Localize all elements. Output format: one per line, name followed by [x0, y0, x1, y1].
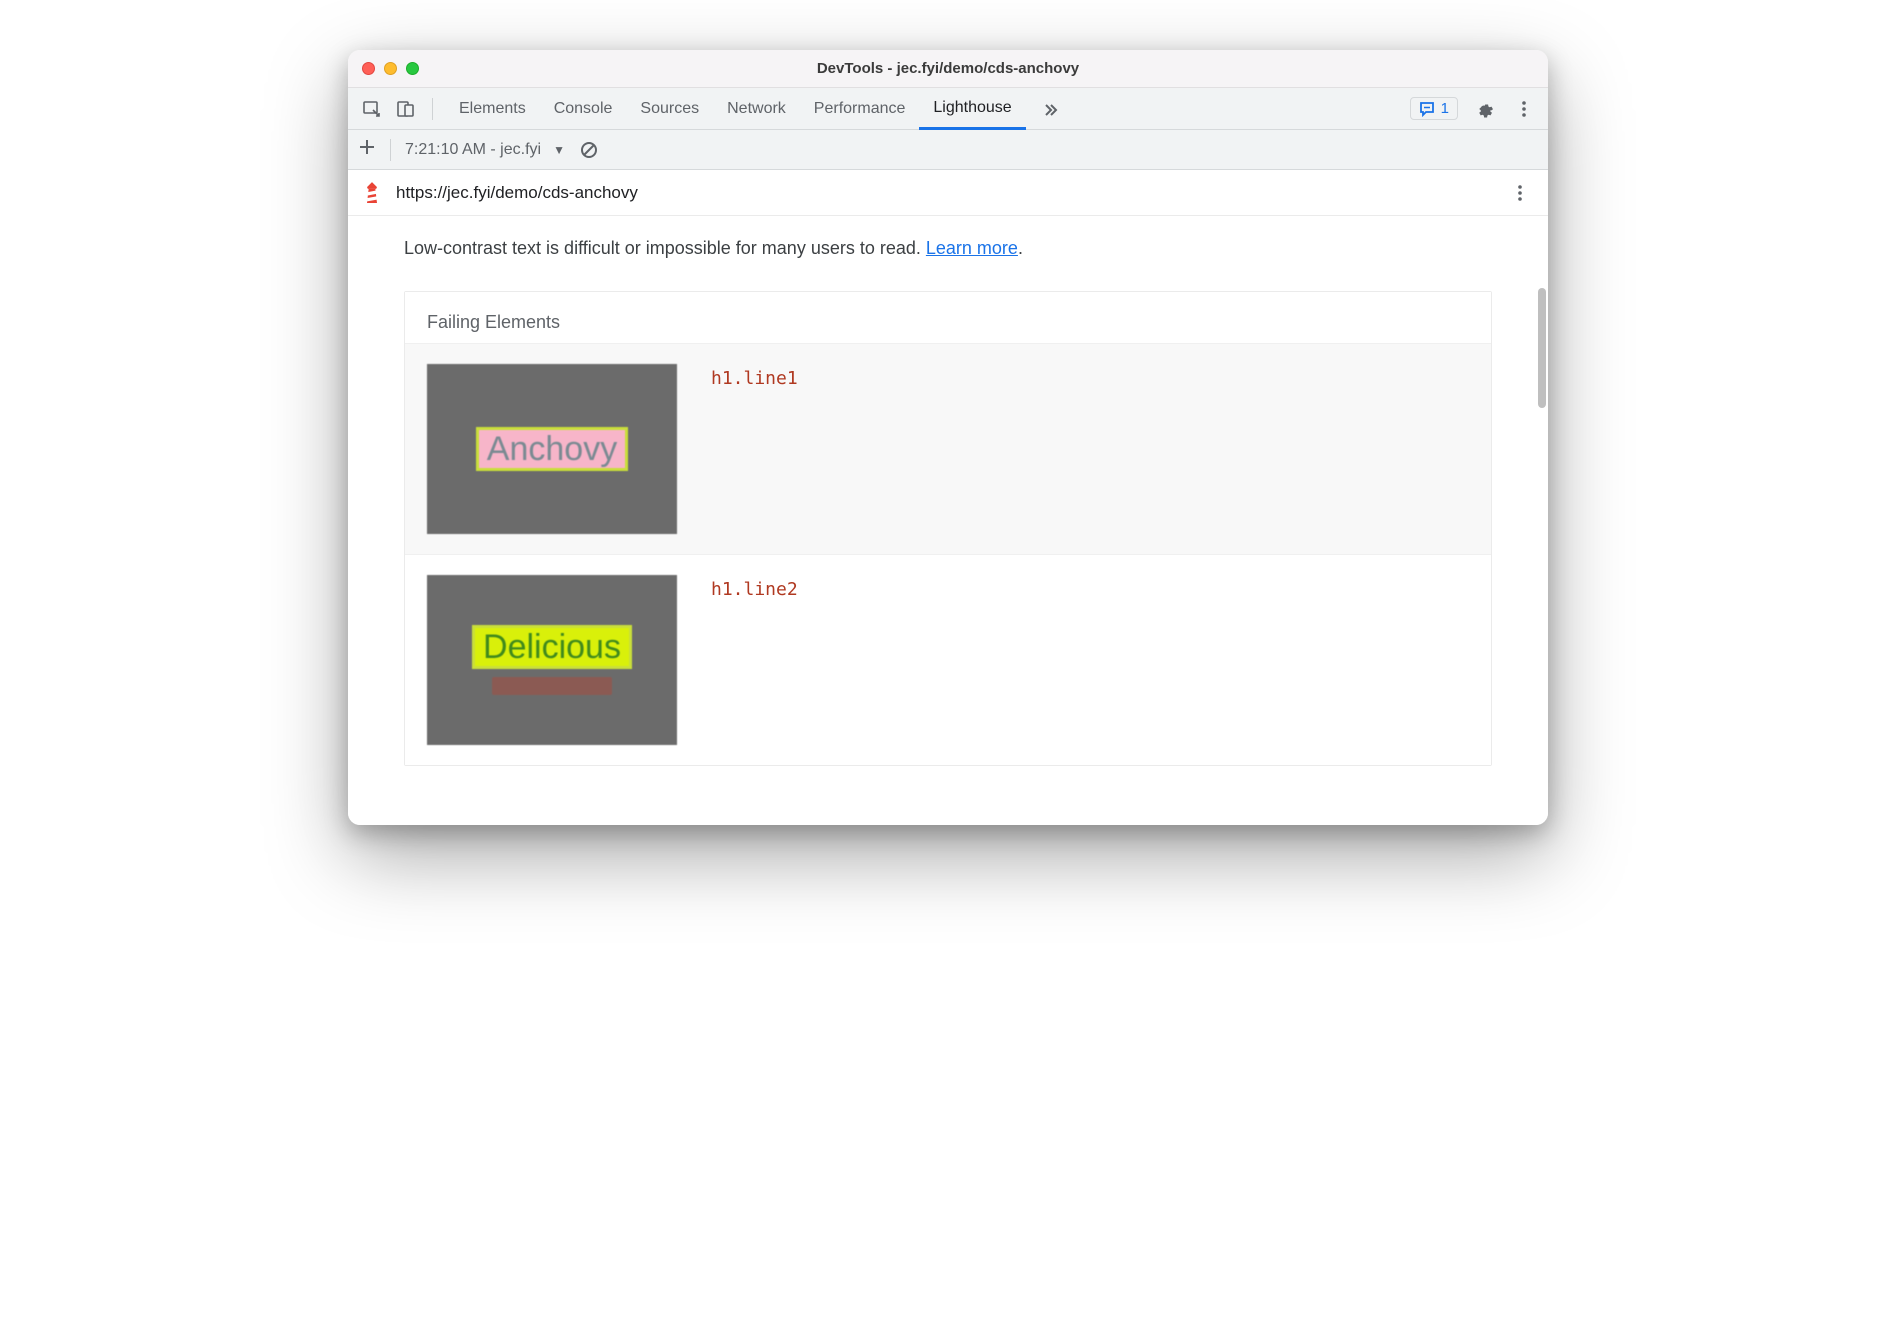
report-selector[interactable]: 7:21:10 AM - jec.fyi ▼ [405, 141, 565, 159]
chevron-down-icon: ▼ [553, 143, 565, 157]
element-selector: h1.line2 [711, 575, 798, 745]
separator [432, 98, 433, 120]
titlebar: DevTools - jec.fyi/demo/cds-anchovy [348, 50, 1548, 88]
report-selector-label: 7:21:10 AM - jec.fyi [405, 141, 541, 159]
report-content[interactable]: Low-contrast text is difficult or imposs… [348, 216, 1548, 825]
failing-elements-card: Failing Elements Anchovy h1.line1 Delici… [404, 291, 1492, 766]
scrollbar-thumb[interactable] [1538, 288, 1546, 408]
devtools-tab-strip: Elements Console Sources Network Perform… [348, 88, 1548, 130]
tab-lighthouse[interactable]: Lighthouse [919, 88, 1025, 130]
new-report-icon[interactable] [358, 138, 376, 161]
device-toolbar-icon[interactable] [392, 95, 420, 123]
lighthouse-toolbar: 7:21:10 AM - jec.fyi ▼ [348, 130, 1548, 170]
tab-elements[interactable]: Elements [445, 88, 540, 129]
more-tabs-icon[interactable] [1032, 100, 1070, 118]
tab-console[interactable]: Console [540, 88, 627, 129]
lighthouse-icon [362, 181, 382, 205]
tab-performance[interactable]: Performance [800, 88, 920, 129]
thumbnail-text: Anchovy [476, 427, 628, 471]
failing-elements-header: Failing Elements [405, 292, 1491, 343]
issues-badge[interactable]: 1 [1410, 97, 1458, 120]
report-header: https://jec.fyi/demo/cds-anchovy [348, 170, 1548, 216]
report-url: https://jec.fyi/demo/cds-anchovy [396, 183, 638, 203]
tab-sources[interactable]: Sources [626, 88, 713, 129]
element-thumbnail: Anchovy [427, 364, 677, 534]
window-title: DevTools - jec.fyi/demo/cds-anchovy [348, 60, 1548, 77]
message-icon [1419, 101, 1435, 117]
failing-element-row[interactable]: Anchovy h1.line1 [405, 343, 1491, 554]
separator [390, 139, 391, 161]
close-window-button[interactable] [362, 62, 375, 75]
more-menu-icon[interactable] [1510, 95, 1538, 123]
tab-network[interactable]: Network [713, 88, 800, 129]
clear-report-icon[interactable] [579, 140, 599, 160]
element-thumbnail: Delicious [427, 575, 677, 745]
devtools-window: DevTools - jec.fyi/demo/cds-anchovy Elem… [348, 50, 1548, 825]
settings-icon[interactable] [1470, 95, 1498, 123]
maximize-window-button[interactable] [406, 62, 419, 75]
audit-description: Low-contrast text is difficult or imposs… [404, 238, 1492, 259]
panel-tabs: Elements Console Sources Network Perform… [445, 88, 1026, 129]
traffic-lights [362, 62, 419, 75]
thumbnail-text: Delicious [472, 625, 632, 669]
learn-more-link[interactable]: Learn more [926, 238, 1018, 258]
report-menu-icon[interactable] [1506, 179, 1534, 207]
minimize-window-button[interactable] [384, 62, 397, 75]
element-selector: h1.line1 [711, 364, 798, 534]
issues-count: 1 [1441, 100, 1449, 117]
failing-element-row[interactable]: Delicious h1.line2 [405, 554, 1491, 765]
thumbnail-secondary [492, 677, 612, 695]
inspect-element-icon[interactable] [358, 95, 386, 123]
